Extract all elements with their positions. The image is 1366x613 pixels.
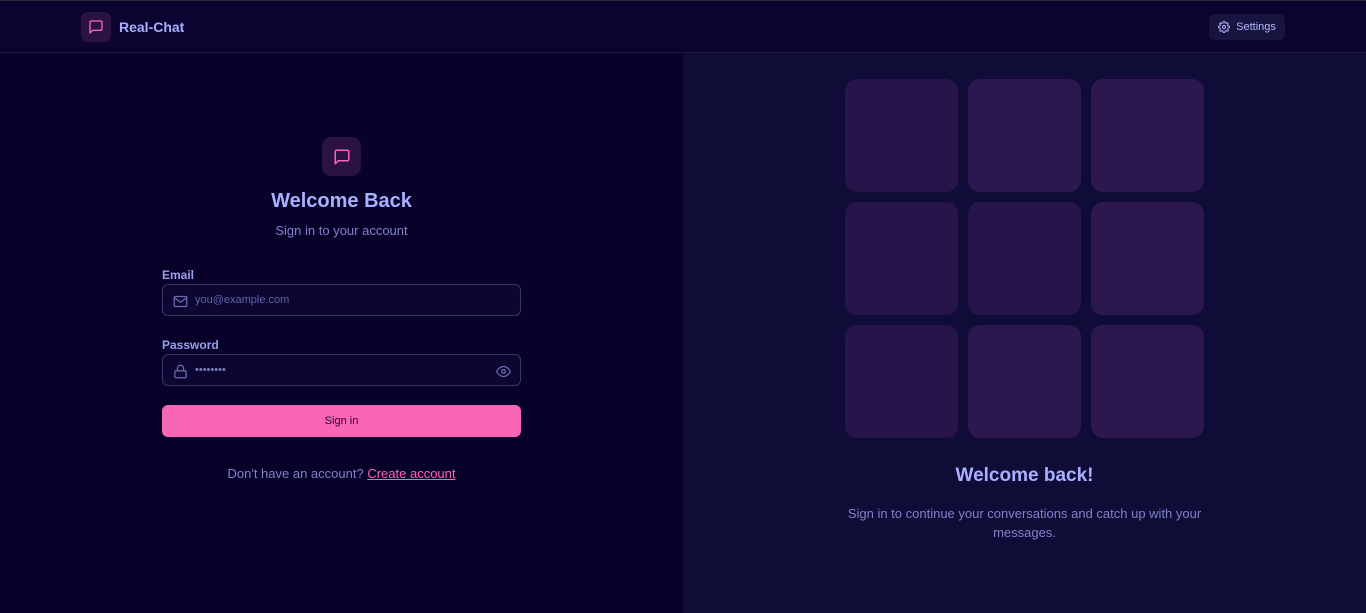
promo-title: Welcome back! [955,465,1094,486]
brand-name: Real-Chat [119,19,185,35]
email-input[interactable] [195,285,485,315]
email-label: Email [162,268,195,282]
login-subtitle: Sign in to your account [275,223,408,238]
decorative-tile [968,202,1081,315]
decorative-tile [1091,325,1204,438]
decorative-tile [968,325,1081,438]
decorative-tile [1091,202,1204,315]
settings-button[interactable]: Settings [1209,14,1285,40]
decorative-tile [1091,79,1204,192]
decorative-tile [845,202,958,315]
eye-icon[interactable] [495,363,511,379]
sign-in-button[interactable]: Sign in [162,405,521,437]
login-panel: Welcome Back Sign in to your account Ema… [0,53,683,613]
top-navbar: Real-Chat Settings [0,0,1366,53]
lock-icon [172,363,188,379]
email-field-wrapper [162,284,521,316]
chat-bubble-icon [81,12,111,42]
chat-bubble-icon [322,137,361,176]
password-label: Password [162,338,219,352]
promo-panel: Welcome back! Sign in to continue your c… [683,53,1366,613]
brand[interactable]: Real-Chat [81,12,184,42]
password-field-wrapper [162,354,521,386]
mail-icon [172,293,188,309]
decorative-tile-grid [845,79,1204,438]
signup-prompt: Don't have an account? Create account [0,466,683,481]
login-title: Welcome Back [271,190,412,212]
promo-text: Sign in to continue your conversations a… [847,506,1202,540]
decorative-tile [845,325,958,438]
gear-icon [1218,21,1231,33]
decorative-tile [968,79,1081,192]
decorative-tile [845,79,958,192]
create-account-link[interactable]: Create account [367,466,455,481]
settings-label: Settings [1236,21,1276,33]
signup-prompt-text: Don't have an account? [227,466,364,481]
password-input[interactable] [195,355,485,385]
